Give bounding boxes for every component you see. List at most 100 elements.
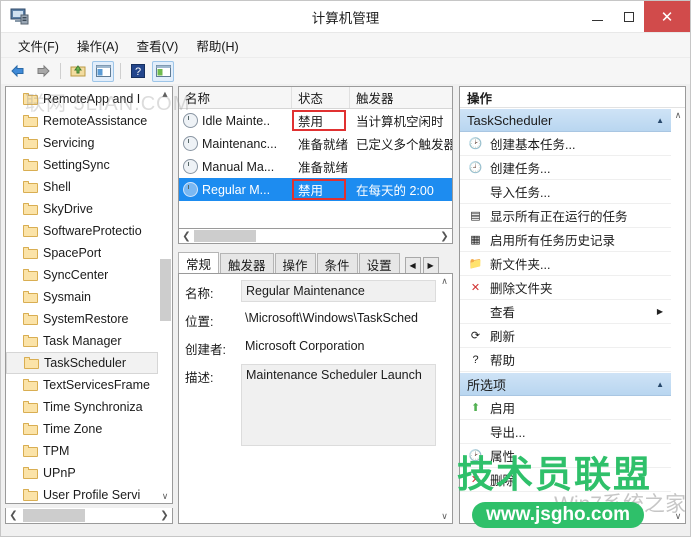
detail-field-value: \Microsoft\Windows\TaskSched <box>245 311 418 325</box>
tree-node[interactable]: SyncCenter <box>6 264 158 286</box>
chevron-up-icon[interactable]: ▲ <box>656 116 664 125</box>
maximize-button[interactable] <box>613 1 644 32</box>
tree-node[interactable]: RemoteAssistance <box>6 110 158 132</box>
detail-vertical-scrollbar[interactable]: ∧ ∨ <box>437 274 452 523</box>
detail-scroll-down-icon[interactable]: ∨ <box>437 509 452 523</box>
detail-field-value[interactable]: Regular Maintenance <box>241 280 436 302</box>
tree-node[interactable]: Time Zone <box>6 418 158 440</box>
action-item[interactable]: 导入任务... <box>460 180 671 204</box>
tree-node[interactable]: Time Synchroniza <box>6 396 158 418</box>
actions-group-header[interactable]: 所选项 ▲ <box>460 372 671 396</box>
tree-node[interactable]: User Profile Servi <box>6 484 158 503</box>
tree-node[interactable]: TextServicesFrame <box>6 374 158 396</box>
tree-hscroll-thumb[interactable] <box>23 509 85 522</box>
action-item[interactable]: 查看 ▶ <box>460 300 671 324</box>
tab-3[interactable]: 条件 <box>316 253 358 274</box>
task-row[interactable]: Regular M... 禁用 在每天的 2:00 <box>179 178 452 201</box>
toolbar: ? <box>1 58 690 85</box>
action-item[interactable]: ✕ 删除 <box>460 468 671 492</box>
task-clock-icon <box>183 159 198 174</box>
tree-vertical-scrollbar[interactable]: ▲ ∨ <box>158 87 172 503</box>
up-folder-icon[interactable] <box>67 61 89 82</box>
menu-view[interactable]: 查看(V) <box>128 34 188 57</box>
task-list-horizontal-scrollbar[interactable]: ❮ ❯ <box>178 229 453 244</box>
folder-icon <box>23 313 38 325</box>
tree-scroll-right-icon[interactable]: ❯ <box>157 510 172 521</box>
column-header-name[interactable]: 名称 <box>179 87 292 108</box>
toolbar-separator <box>60 63 61 79</box>
menu-help[interactable]: 帮助(H) <box>187 34 247 57</box>
tree-node[interactable]: SkyDrive <box>6 198 158 220</box>
menu-file[interactable]: 文件(F) <box>9 34 68 57</box>
action-item-label: 启用所有任务历史记录 <box>490 234 616 248</box>
tab-scroll-left-button[interactable]: ◀ <box>404 257 421 274</box>
tree-node-label: TPM <box>43 444 70 458</box>
action-item[interactable]: ⬆ 启用 <box>460 396 671 420</box>
tree-node[interactable]: RemoteApp and I <box>6 88 158 110</box>
folder-icon <box>24 357 39 369</box>
action-item[interactable]: ▦ 启用所有任务历史记录 <box>460 228 671 252</box>
task-row[interactable]: Maintenanc... 准备就绪 已定义多个触发器 <box>179 132 452 155</box>
menu-bar: 文件(F) 操作(A) 查看(V) 帮助(H) <box>1 33 690 58</box>
tree-scroll-left-icon[interactable]: ❮ <box>6 510 21 521</box>
task-list-hscroll-thumb[interactable] <box>194 230 256 242</box>
tree-horizontal-scrollbar[interactable]: ❮ ❯ <box>5 508 173 524</box>
chevron-up-icon[interactable]: ▲ <box>656 380 664 389</box>
tree-node[interactable]: SettingSync <box>6 154 158 176</box>
menu-action[interactable]: 操作(A) <box>68 34 128 57</box>
task-row[interactable]: Manual Ma... 准备就绪 <box>179 155 452 178</box>
actions-vertical-scrollbar[interactable]: ∧ ∨ <box>671 108 685 523</box>
actions-scroll-down-icon[interactable]: ∨ <box>671 509 685 523</box>
tree-scroll-down-icon[interactable]: ∨ <box>158 489 172 503</box>
task-list-scroll-left-icon[interactable]: ❮ <box>179 231 194 242</box>
detail-scroll-up-icon[interactable]: ∧ <box>437 274 452 288</box>
svg-text:?: ? <box>135 66 141 78</box>
tree-node[interactable]: Servicing <box>6 132 158 154</box>
tab-0[interactable]: 常规 <box>178 252 220 274</box>
tree-node-label: Time Zone <box>43 422 103 436</box>
action-item[interactable]: 导出... <box>460 420 671 444</box>
forward-icon[interactable] <box>32 61 54 82</box>
tree-node[interactable]: SpacePort <box>6 242 158 264</box>
action-item[interactable]: 📁 新文件夹... <box>460 252 671 276</box>
tree-node[interactable]: SoftwareProtectio <box>6 220 158 242</box>
show-action-pane-icon[interactable] <box>152 60 174 82</box>
close-button[interactable]: ✕ <box>644 1 690 32</box>
action-item[interactable]: ▤ 显示所有正在运行的任务 <box>460 204 671 228</box>
action-item-label: 显示所有正在运行的任务 <box>490 210 628 224</box>
tree-node[interactable]: Sysmain <box>6 286 158 308</box>
tab-4[interactable]: 设置 <box>358 253 400 274</box>
tree-node[interactable]: SystemRestore <box>6 308 158 330</box>
action-item[interactable]: 🕑 属性 <box>460 444 671 468</box>
action-item[interactable]: ✕ 删除文件夹 <box>460 276 671 300</box>
tree-node[interactable]: UPnP <box>6 462 158 484</box>
action-item-label: 属性 <box>490 450 516 464</box>
tree-node[interactable]: Task Manager <box>6 330 158 352</box>
title-bar: 计算机管理 ✕ <box>1 1 690 33</box>
action-item[interactable]: ? 帮助 <box>460 348 671 372</box>
tree-scroll-up-icon[interactable]: ▲ <box>158 87 172 101</box>
tree-node[interactable]: Shell <box>6 176 158 198</box>
task-list-scroll-right-icon[interactable]: ❯ <box>437 231 452 242</box>
actions-scroll-up-icon[interactable]: ∧ <box>671 108 685 122</box>
tab-1[interactable]: 触发器 <box>220 253 274 274</box>
running-tasks-icon: ▤ <box>470 210 481 222</box>
column-header-status[interactable]: 状态 <box>292 87 350 108</box>
action-item[interactable]: 🕑 创建基本任务... <box>460 132 671 156</box>
tree-scroll-thumb[interactable] <box>160 259 171 321</box>
help-icon[interactable]: ? <box>127 61 149 82</box>
tree-node-label: Sysmain <box>43 290 91 304</box>
action-item[interactable]: ⟳ 刷新 <box>460 324 671 348</box>
minimize-button[interactable] <box>582 1 613 32</box>
actions-group-header[interactable]: TaskScheduler ▲ <box>460 108 671 132</box>
action-item[interactable]: 🕘 创建任务... <box>460 156 671 180</box>
show-console-tree-icon[interactable] <box>92 60 114 82</box>
tree-node[interactable]: TaskScheduler <box>6 352 158 374</box>
task-row[interactable]: Idle Mainte.. 禁用 当计算机空闲时 <box>179 109 452 132</box>
column-header-trigger[interactable]: 触发器 <box>350 87 452 108</box>
tab-scroll-right-button[interactable]: ▶ <box>422 257 439 274</box>
tree-node[interactable]: TPM <box>6 440 158 462</box>
back-icon[interactable] <box>7 61 29 82</box>
detail-field-value[interactable]: Maintenance Scheduler Launch <box>241 364 436 446</box>
tab-2[interactable]: 操作 <box>274 253 316 274</box>
